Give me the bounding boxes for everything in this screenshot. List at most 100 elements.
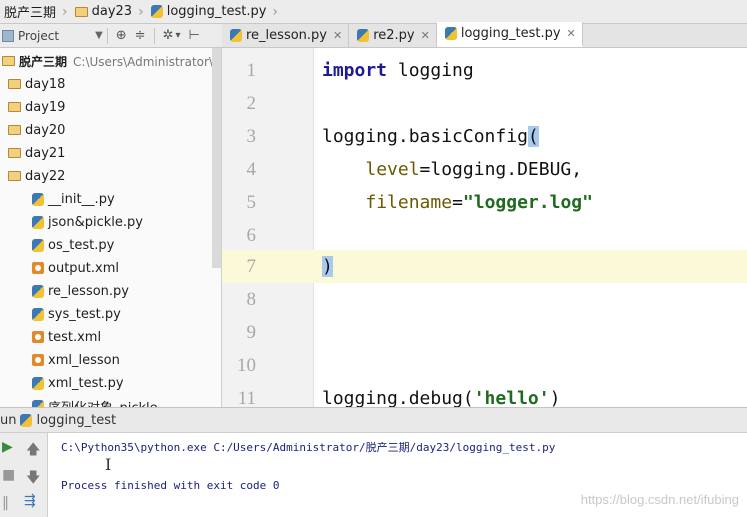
python-file-icon (230, 29, 242, 42)
project-view-selector[interactable]: Project (18, 29, 59, 43)
code-token: logging.debug( (322, 388, 474, 409)
breadcrumb-item-project[interactable]: 脱产三期 (0, 0, 60, 24)
param-token: filename (365, 192, 453, 213)
tree-folder-day21[interactable]: day21 (8, 142, 65, 164)
string-token: 'hello' (473, 388, 550, 409)
python-file-icon (32, 192, 44, 206)
line-number: 9 (246, 322, 257, 343)
editor-tabs: re_lesson.py ✕ re2.py ✕ logging_test.py … (222, 22, 747, 48)
tree-file-label: json&pickle.py (48, 214, 143, 230)
brace-match: ( (527, 126, 539, 147)
code-line[interactable]: ) (322, 250, 333, 283)
tree-scrollbar[interactable] (212, 48, 221, 268)
console-line: Process finished with exit code 0 (61, 479, 280, 492)
tree-file-label: xml_lesson (48, 352, 120, 368)
rerun-icon[interactable]: ▶ (2, 439, 13, 455)
breadcrumb-label: 脱产三期 (4, 6, 57, 21)
tree-file[interactable]: 序列化对象_pickle (32, 395, 158, 407)
tree-file[interactable]: xml_lesson (32, 349, 120, 371)
folder-icon (8, 102, 21, 112)
tree-file[interactable]: json&pickle.py (32, 211, 143, 233)
line-number: 1 (246, 60, 257, 81)
tree-folder-label: day22 (25, 168, 66, 184)
tree-file[interactable]: xml_test.py (32, 372, 124, 394)
folder-icon (8, 148, 21, 158)
code-token: =logging.DEBUG, (419, 159, 583, 180)
tree-file-label: re_lesson.py (48, 283, 129, 299)
project-toolbar: Project ▼ ⊕ ≑ ✲ ▾ ⊢ (0, 24, 222, 48)
tree-folder-day20[interactable]: day20 (8, 119, 65, 141)
code-token: ) (549, 388, 561, 409)
breadcrumb-item-file[interactable]: logging_test.py (147, 0, 271, 24)
python-file-icon (32, 238, 44, 252)
tree-file-label: __init__.py (48, 191, 115, 207)
tab-logging-test[interactable]: logging_test.py ✕ (436, 22, 583, 47)
toolbar-separator (153, 27, 155, 44)
code-line[interactable]: level=logging.DEBUG, (322, 153, 582, 186)
current-line-highlight (222, 250, 747, 283)
xml-file-icon (32, 354, 44, 366)
code-line[interactable]: filename="logger.log" (322, 186, 593, 219)
breadcrumb-label: logging_test.py (166, 4, 267, 19)
python-file-icon (32, 215, 44, 229)
watermark: https://blog.csdn.net/ifubing (580, 492, 739, 507)
project-tree[interactable]: 脱产三期 C:\Users\Administrator\脱 day18 day1… (0, 48, 222, 407)
line-number: 8 (246, 289, 257, 310)
run-config-name[interactable]: logging_test (36, 413, 116, 428)
run-panel-header: un logging_test (0, 407, 747, 433)
arrow-down-icon[interactable]: 🡇 (26, 467, 40, 491)
tree-folder-day19[interactable]: day19 (8, 96, 65, 118)
breadcrumb-item-day23[interactable]: day23 (71, 0, 136, 24)
tree-file[interactable]: re_lesson.py (32, 280, 129, 302)
chevron-down-icon[interactable]: ▼ (95, 30, 103, 41)
tab-re2[interactable]: re2.py ✕ (349, 24, 437, 47)
tree-file-label: 序列化对象_pickle (48, 397, 158, 408)
xml-file-icon (32, 331, 44, 343)
pause-icon[interactable]: ‖ (2, 495, 9, 511)
line-number: 4 (246, 159, 257, 180)
tree-file[interactable]: os_test.py (32, 234, 114, 256)
tree-folder-label: day19 (25, 99, 66, 115)
pin-icon[interactable]: ⊢ (189, 28, 200, 43)
gear-icon[interactable]: ✲ (163, 28, 174, 43)
tree-folder-day18[interactable]: day18 (8, 73, 65, 95)
code-editor[interactable] (314, 48, 747, 407)
project-view-icon (2, 29, 14, 42)
brace-match: ) (322, 256, 333, 277)
tree-file[interactable]: __init__.py (32, 188, 115, 210)
collapse-icon[interactable]: ≑ (135, 28, 146, 43)
soft-wrap-icon[interactable]: ⇶ (24, 493, 36, 509)
python-file-icon (357, 29, 370, 42)
breadcrumb-label: day23 (91, 4, 133, 19)
tab-re-lesson[interactable]: re_lesson.py ✕ (222, 24, 350, 47)
chevron-down-icon[interactable]: ▾ (175, 30, 180, 41)
tab-label: re2.py (373, 28, 415, 43)
close-icon[interactable]: ✕ (567, 27, 576, 40)
code-line[interactable]: import logging (322, 54, 474, 87)
tree-root-name: 脱产三期 (19, 54, 68, 69)
close-icon[interactable]: ✕ (333, 29, 342, 42)
tree-file[interactable]: test.xml (32, 326, 101, 348)
globe-icon[interactable]: ⊕ (116, 28, 127, 43)
code-token: logging.basicConfig (322, 126, 528, 147)
tab-label: logging_test.py (460, 26, 561, 41)
arrow-up-icon[interactable]: 🡅 (26, 439, 40, 463)
python-file-icon (444, 27, 457, 40)
code-token: = (452, 192, 463, 213)
console-line: C:\Python35\python.exe C:/Users/Administ… (61, 441, 556, 454)
toolbar-separator (106, 27, 108, 44)
tree-folder-day22[interactable]: day22 (8, 165, 65, 187)
tree-root[interactable]: 脱产三期 C:\Users\Administrator\脱 (2, 50, 222, 72)
folder-icon (8, 79, 21, 89)
tree-file[interactable]: output.xml (32, 257, 119, 279)
stop-icon[interactable]: ■ (2, 467, 15, 483)
code-line[interactable]: logging.basicConfig( (322, 120, 539, 153)
tree-root-path: C:\Users\Administrator\脱 (73, 54, 222, 69)
chevron-right-icon: › (138, 3, 144, 20)
python-file-icon (32, 284, 44, 298)
tree-folder-label: day18 (25, 76, 66, 92)
tree-file[interactable]: sys_test.py (32, 303, 121, 325)
python-file-icon (32, 376, 44, 390)
close-icon[interactable]: ✕ (421, 29, 430, 42)
